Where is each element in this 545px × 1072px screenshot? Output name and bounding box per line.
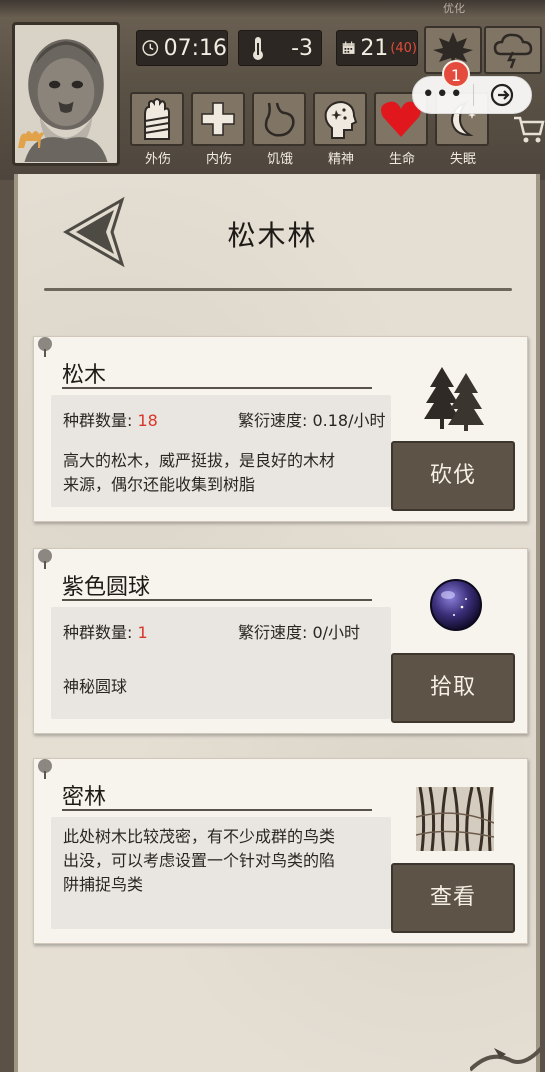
temperature-display: -3 (238, 30, 322, 66)
miniprogram-capsule: ••• (412, 76, 532, 114)
exit-icon (491, 83, 514, 107)
population-line: 种群数量: 18 (63, 411, 158, 430)
resource-name: 松木 (62, 363, 107, 388)
population-value: 18 (137, 411, 158, 430)
exit-button[interactable] (473, 82, 531, 108)
status-label: 失眠 (449, 152, 476, 167)
thermometer-icon (253, 37, 263, 60)
status-label: 饥饿 (266, 152, 293, 167)
name-divider (62, 387, 372, 389)
resource-info-box: 种群数量: 18 繁衍速度: 0.18/小时 高大的松木，威严挺拔，是良好的木材… (51, 395, 391, 507)
dense-forest-icon (416, 787, 494, 851)
resource-info-box: 此处树木比较茂密，有不少成群的鸟类 出没，可以考虑设置一个针对鸟类的陷 阱捕捉鸟… (51, 817, 391, 929)
weather-button[interactable] (484, 26, 542, 74)
chop-button[interactable]: 砍伐 (391, 441, 515, 511)
storm-cloud-icon (493, 33, 533, 69)
top-hud: 优化 07:16 -3 21 (40) 1 ••• 外伤 内伤 饥饿 精神 生命… (0, 0, 545, 180)
status-injury-external[interactable]: 外伤 (130, 92, 186, 172)
day-max: (40) (390, 40, 417, 56)
resource-name: 密林 (62, 785, 107, 810)
resource-card-orb: 紫色圆球 种群数量: 1 繁衍速度: 0/小时 神秘圆球 拾取 (33, 548, 528, 734)
resource-card-dense-forest: 密林 此处树木比较茂密，有不少成群的鸟类 出没，可以考虑设置一个针对鸟类的陷 阱… (33, 758, 528, 944)
page-title: 松木林 (227, 219, 318, 252)
calendar-icon (342, 41, 355, 54)
resource-name: 紫色圆球 (62, 575, 151, 600)
purple-orb-icon (430, 579, 482, 631)
time-value: 07:16 (163, 35, 227, 61)
growth-rate: 繁衍速度: 0/小时 (238, 623, 361, 642)
status-label: 内伤 (205, 152, 232, 167)
resource-card-pine: 松木 种群数量: 18 繁衍速度: 0.18/小时 高大的松木，威严挺拔，是良好… (33, 336, 528, 522)
title-divider (44, 288, 512, 291)
cross-icon (201, 102, 235, 136)
notification-badge[interactable]: 1 (442, 60, 470, 88)
time-display: 07:16 (136, 30, 228, 66)
resource-description: 神秘圆球 (63, 677, 128, 696)
temperature-value: -3 (291, 35, 313, 61)
pin-icon (38, 549, 52, 569)
status-label: 外伤 (144, 152, 171, 167)
vine-decoration (470, 1042, 545, 1072)
bandaged-hand-icon (144, 98, 170, 140)
status-label: 生命 (388, 152, 415, 167)
pin-icon (38, 337, 52, 357)
top-strip: 优化 (0, 0, 545, 18)
name-divider (62, 809, 372, 811)
resource-info-box: 种群数量: 1 繁衍速度: 0/小时 神秘圆球 (51, 607, 391, 719)
resource-description: 此处树木比较茂密，有不少成群的鸟类 出没，可以考虑设置一个针对鸟类的陷 阱捕捉鸟… (63, 827, 336, 894)
status-mind[interactable]: 精神 (313, 92, 369, 172)
clock-icon (142, 40, 159, 56)
status-injury-internal[interactable]: 内伤 (191, 92, 247, 172)
pin-icon (38, 759, 52, 779)
head-sparkle-icon (324, 100, 358, 139)
name-divider (62, 599, 372, 601)
population-value: 1 (137, 623, 148, 642)
growth-rate: 繁衍速度: 0.18/小时 (238, 411, 386, 430)
day-display: 21 (40) (336, 30, 418, 66)
pine-trees-icon (424, 367, 484, 431)
day-value: 21 (360, 35, 389, 61)
stomach-icon (264, 102, 295, 137)
population-line: 种群数量: 1 (63, 623, 148, 642)
inspect-button[interactable]: 查看 (391, 863, 515, 933)
status-label: 精神 (327, 152, 354, 167)
resource-description: 高大的松木，威严挺拔，是良好的木材 来源，偶尔还能收集到树脂 (63, 451, 336, 494)
pickup-button[interactable]: 拾取 (391, 653, 515, 723)
shop-cart-icon[interactable] (512, 112, 545, 146)
top-strip-text: 优化 (443, 2, 465, 15)
status-hunger[interactable]: 饥饿 (252, 92, 308, 172)
camel-icon[interactable] (14, 122, 48, 156)
